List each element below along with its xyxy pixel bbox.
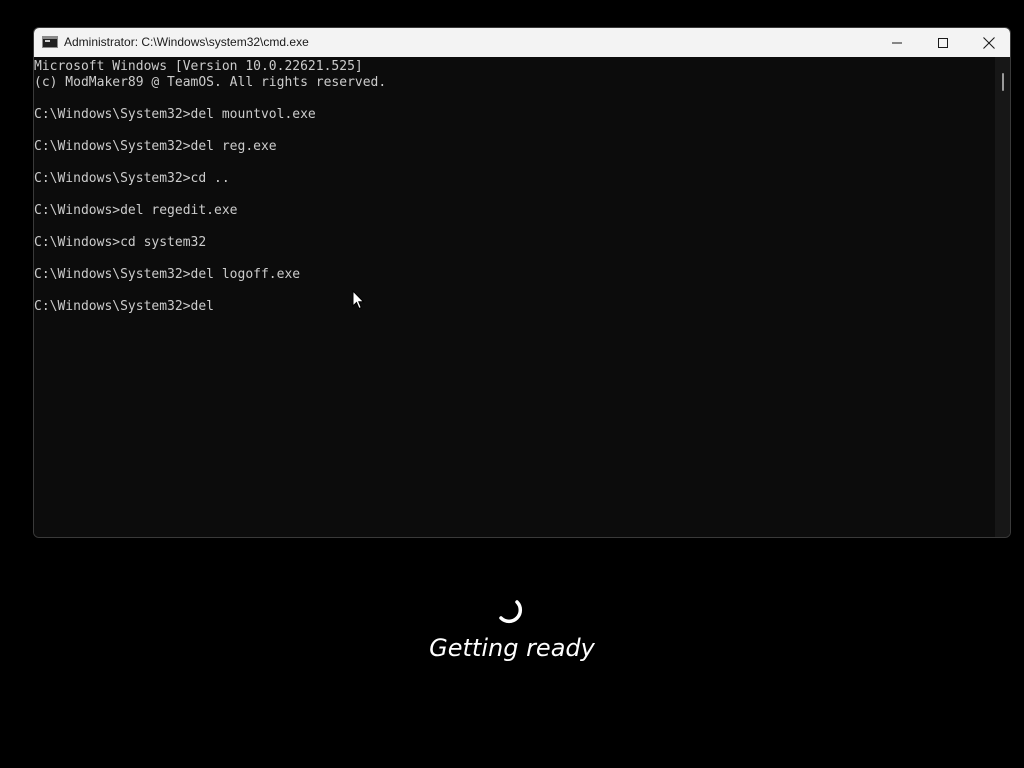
maximize-icon: [938, 37, 948, 48]
console-line: Microsoft Windows [Version 10.0.22621.52…: [34, 59, 363, 74]
console-line: C:\Windows\System32>cd ..: [34, 171, 230, 186]
scrollbar-thumb[interactable]: [1002, 73, 1004, 91]
loading-spinner-icon: [499, 600, 523, 624]
console-line: (c) ModMaker89 @ TeamOS. All rights rese…: [34, 75, 387, 90]
mouse-pointer-icon: [352, 290, 365, 310]
close-icon: [983, 36, 995, 49]
window-title: Administrator: C:\Windows\system32\cmd.e…: [64, 35, 309, 49]
close-button[interactable]: [966, 28, 1010, 57]
console-line: C:\Windows\System32>del reg.exe: [34, 139, 277, 154]
console-line: C:\Windows\System32>del mountvol.exe: [34, 107, 316, 122]
console-line: C:\Windows>del regedit.exe: [34, 203, 238, 218]
console-line: C:\Windows\System32>del logoff.exe: [34, 267, 301, 282]
minimize-icon: [892, 42, 902, 43]
maximize-button[interactable]: [920, 28, 966, 57]
status-text: Getting ready: [429, 634, 595, 662]
minimize-button[interactable]: [874, 28, 920, 57]
vertical-scrollbar[interactable]: [995, 57, 1010, 537]
cmd-icon: [42, 36, 58, 48]
console-line: C:\Windows>cd system32: [34, 235, 207, 250]
console-line: C:\Windows\System32>del: [34, 299, 215, 314]
title-bar[interactable]: Administrator: C:\Windows\system32\cmd.e…: [34, 28, 1010, 57]
cmd-window[interactable]: Administrator: C:\Windows\system32\cmd.e…: [33, 27, 1011, 538]
console-output[interactable]: Microsoft Windows [Version 10.0.22621.52…: [34, 57, 994, 537]
